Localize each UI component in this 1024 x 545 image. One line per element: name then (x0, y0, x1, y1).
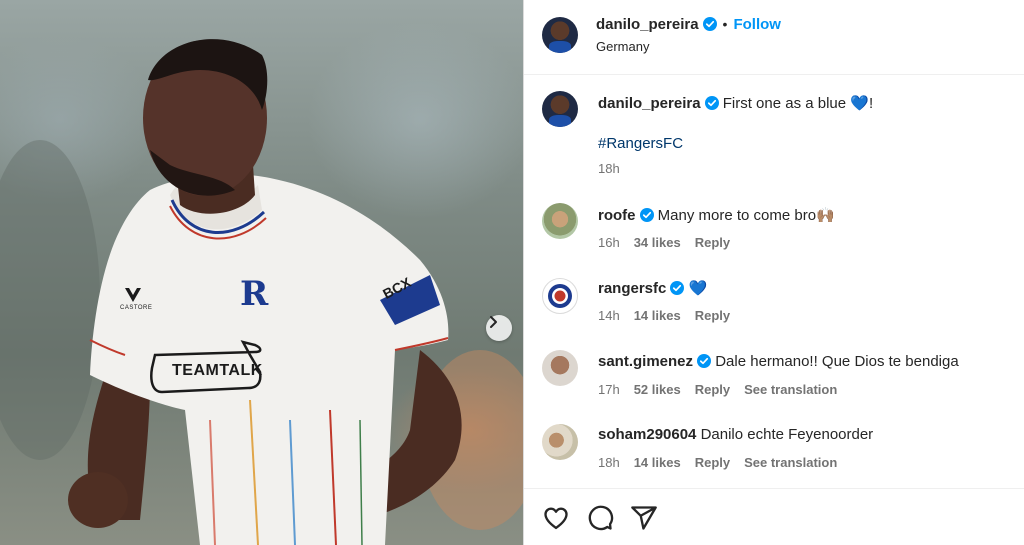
shirt-sponsor: TEAMTALK (172, 362, 263, 379)
comment-text: Dale hermano!! Que Dios te bendiga (715, 353, 959, 370)
caption-avatar[interactable] (542, 91, 578, 127)
comment-text: Danilo echte Feyenoorder (700, 426, 874, 443)
comment-username[interactable]: roofe (598, 207, 636, 224)
comment-meta: 14h 14 likes Reply (598, 308, 744, 323)
verified-badge-icon (697, 354, 712, 368)
post-header: danilo_pereira • Follow Germany (524, 0, 1024, 75)
caption-text: First one as a blue 💙! (722, 95, 874, 112)
svg-text:R: R (240, 274, 269, 314)
verified-badge-icon (639, 208, 654, 222)
commenter-avatar[interactable] (542, 203, 578, 239)
see-translation-button[interactable]: See translation (744, 455, 837, 470)
send-icon (631, 506, 657, 530)
commenter-avatar[interactable] (542, 278, 578, 314)
comment-row: rangersfc 💙 14h 14 likes Reply (524, 269, 1024, 339)
caption-row: danilo_pereira First one as a blue 💙! #R… (524, 75, 1024, 185)
reply-button[interactable]: Reply (695, 235, 730, 250)
kit-brand: CASTORE (120, 305, 153, 311)
comment-line: rangersfc 💙 (598, 279, 707, 297)
comment-likes[interactable]: 14 likes (634, 455, 681, 470)
post-panel: danilo_pereira • Follow Germany danilo_per… (524, 0, 1024, 545)
follow-button[interactable]: Follow (733, 16, 781, 33)
caption-hashtag[interactable]: #RangersFC (598, 135, 683, 152)
chevron-right-icon (490, 316, 497, 328)
author-avatar[interactable] (542, 17, 578, 53)
comment-button[interactable] (586, 504, 614, 532)
comment-row: roofe Many more to come bro🙌🏽 16h 34 like… (524, 196, 1024, 266)
comment-time: 17h (598, 382, 620, 397)
comment-time: 16h (598, 235, 620, 250)
comment-meta: 17h 52 likes Reply See translation (598, 382, 851, 397)
comment-likes[interactable]: 34 likes (634, 235, 681, 250)
author-username[interactable]: danilo_pereira (596, 16, 699, 33)
heart-icon (544, 507, 568, 530)
comment-likes[interactable]: 52 likes (634, 382, 681, 397)
comment-likes[interactable]: 14 likes (634, 308, 681, 323)
author-line: danilo_pereira • Follow (596, 16, 781, 34)
post-photo: R TEAMTALK BCX CASTORE (0, 0, 523, 545)
comment-username[interactable]: soham290604 (598, 426, 696, 443)
reply-button[interactable]: Reply (695, 382, 730, 397)
comment-username[interactable]: sant.gimenez (598, 353, 693, 370)
comment-time: 18h (598, 455, 620, 470)
comment-row: sant.gimenez Dale hermano!! Que Dios te … (524, 343, 1024, 413)
verified-badge-icon (702, 17, 717, 31)
comment-meta: 18h 14 likes Reply See translation (598, 455, 851, 470)
share-button[interactable] (630, 504, 658, 532)
comment-username[interactable]: rangersfc (598, 280, 666, 297)
comment-line: soham290604 Danilo echte Feyenoorder (598, 426, 873, 443)
player-illustration: R (0, 39, 523, 545)
caption-time: 18h (598, 161, 620, 176)
action-bar (524, 488, 1024, 545)
caption-username[interactable]: danilo_pereira (598, 95, 701, 112)
post-location[interactable]: Germany (596, 39, 649, 54)
rangers-crest-icon (548, 284, 572, 308)
see-translation-button[interactable]: See translation (744, 382, 837, 397)
comment-text: 💙 (688, 280, 708, 297)
comment-meta: 16h 34 likes Reply (598, 235, 744, 250)
commenter-avatar[interactable] (542, 350, 578, 386)
comment-icon (588, 505, 614, 531)
comment-text: Many more to come bro🙌🏽 (657, 207, 835, 224)
reply-button[interactable]: Reply (695, 455, 730, 470)
like-button[interactable] (542, 504, 570, 532)
verified-badge-icon (670, 281, 685, 295)
commenter-avatar[interactable] (542, 424, 578, 460)
comment-row: soham290604 Danilo echte Feyenoorder 18h… (524, 416, 1024, 486)
comment-line: sant.gimenez Dale hermano!! Que Dios te … (598, 353, 959, 370)
comment-line: roofe Many more to come bro🙌🏽 (598, 206, 835, 224)
comment-time: 14h (598, 308, 620, 323)
separator-dot: • (722, 16, 728, 32)
caption-line: danilo_pereira First one as a blue 💙! (598, 94, 873, 112)
next-photo-button[interactable] (486, 315, 512, 341)
reply-button[interactable]: Reply (695, 308, 730, 323)
verified-badge-icon (704, 96, 719, 110)
